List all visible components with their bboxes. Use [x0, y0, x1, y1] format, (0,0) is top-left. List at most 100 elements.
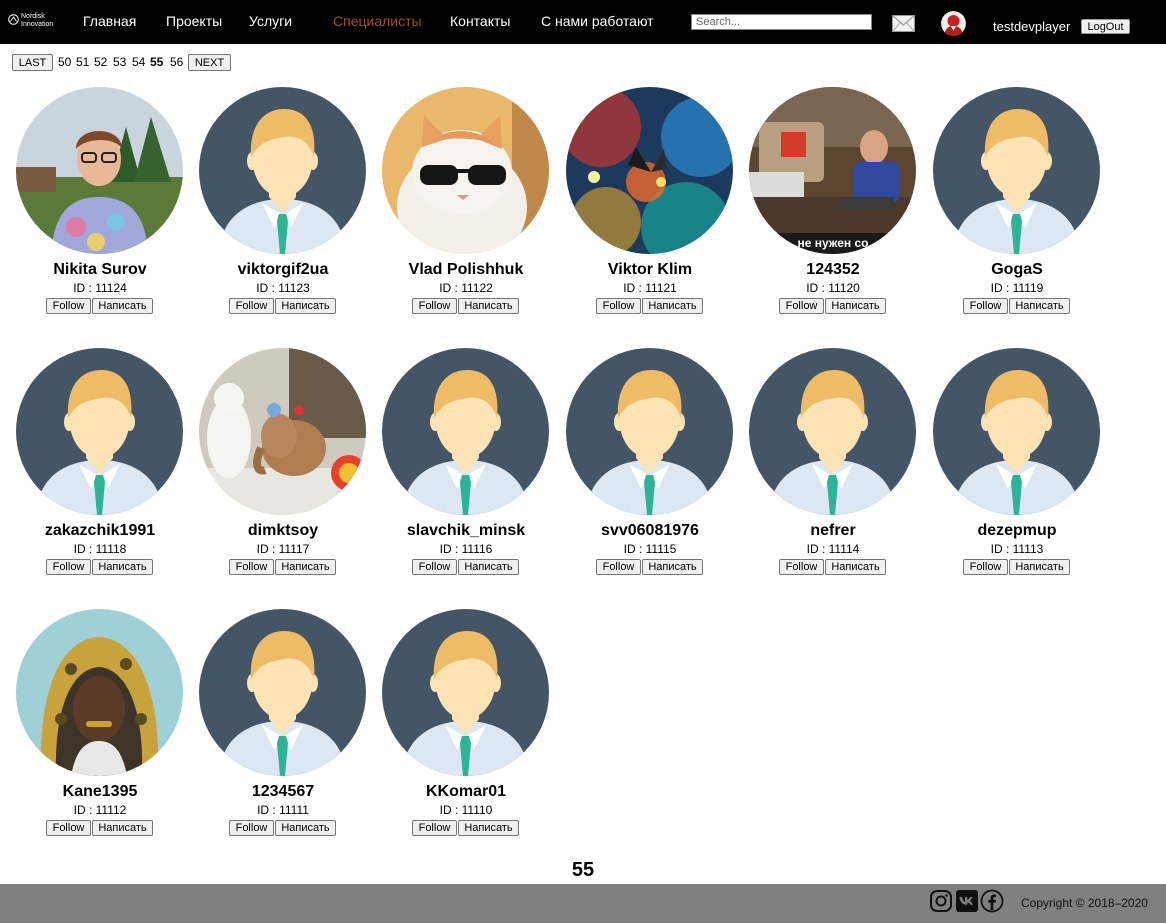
- write-message-button[interactable]: Написать: [275, 820, 336, 836]
- logout-button[interactable]: LogOut: [1081, 19, 1130, 34]
- profile-avatar[interactable]: [16, 87, 183, 254]
- follow-button[interactable]: Follow: [46, 820, 91, 836]
- pager-page-54[interactable]: 54: [132, 55, 145, 70]
- default-avatar-icon: [199, 609, 366, 776]
- write-message-button[interactable]: Написать: [458, 820, 519, 836]
- write-message-button[interactable]: Написать: [275, 559, 336, 575]
- pager-page-52[interactable]: 52: [94, 55, 107, 70]
- site-logo[interactable]: Nordisk Innovation: [8, 11, 60, 33]
- write-message-button[interactable]: Написать: [825, 559, 886, 575]
- specialist-name[interactable]: dimktsoy: [193, 521, 373, 540]
- card-actions: Follow Написать: [963, 298, 1073, 314]
- default-avatar-icon: [382, 609, 549, 776]
- card-actions: Follow Написать: [596, 298, 706, 314]
- write-message-button[interactable]: Написать: [275, 298, 336, 314]
- nav-item-services[interactable]: Услуги: [249, 13, 292, 29]
- specialist-name[interactable]: svv06081976: [560, 521, 740, 540]
- vk-icon[interactable]: [955, 889, 979, 913]
- specialist-id: ID : 11119: [990, 281, 1044, 295]
- specialist-name[interactable]: 124352: [743, 260, 923, 279]
- profile-avatar[interactable]: [199, 609, 366, 776]
- follow-button[interactable]: Follow: [229, 820, 274, 836]
- specialist-id: ID : 11120: [806, 281, 860, 295]
- specialist-name[interactable]: Kane1395: [10, 782, 190, 801]
- profile-avatar[interactable]: [16, 348, 183, 515]
- profile-avatar[interactable]: [566, 87, 733, 254]
- profile-avatar[interactable]: [933, 348, 1100, 515]
- profile-avatar[interactable]: [382, 87, 549, 254]
- pager-next-button[interactable]: NEXT: [188, 54, 231, 71]
- nav-item-contacts[interactable]: Контакты: [450, 13, 510, 29]
- specialist-name[interactable]: GogaS: [927, 260, 1107, 279]
- specialist-name[interactable]: viktorgif2ua: [193, 260, 373, 279]
- follow-button[interactable]: Follow: [963, 559, 1008, 575]
- default-avatar-icon: [16, 348, 183, 515]
- specialist-card: dezepmup ID : 11113 Follow Написать: [927, 348, 1107, 588]
- pager-last-button[interactable]: LAST: [12, 54, 53, 71]
- write-message-button[interactable]: Написать: [458, 559, 519, 575]
- nav-item-projects[interactable]: Проекты: [166, 13, 222, 29]
- specialist-card: Vlad Polishhuk ID : 11122 Follow Написат…: [376, 87, 556, 327]
- write-message-button[interactable]: Написать: [642, 298, 703, 314]
- write-message-button[interactable]: Написать: [92, 559, 153, 575]
- write-message-button[interactable]: Написать: [642, 559, 703, 575]
- specialist-name[interactable]: dezepmup: [927, 521, 1107, 540]
- pager-page-55-current: 55: [150, 55, 164, 69]
- pager-page-50[interactable]: 50: [58, 55, 71, 70]
- follow-button[interactable]: Follow: [596, 559, 641, 575]
- profile-avatar[interactable]: [749, 348, 916, 515]
- specialist-card: slavchik_minsk ID : 11116 Follow Написат…: [376, 348, 556, 588]
- profile-avatar[interactable]: [566, 348, 733, 515]
- nav-item-home[interactable]: Главная: [83, 13, 136, 29]
- specialist-name[interactable]: nefrer: [743, 521, 923, 540]
- specialist-name[interactable]: 1234567: [193, 782, 373, 801]
- follow-button[interactable]: Follow: [779, 559, 824, 575]
- specialist-name[interactable]: KKomar01: [376, 782, 556, 801]
- follow-button[interactable]: Follow: [412, 559, 457, 575]
- write-message-button[interactable]: Написать: [92, 820, 153, 836]
- profile-avatar[interactable]: [199, 348, 366, 515]
- profile-avatar[interactable]: не нужен со: [749, 87, 916, 254]
- follow-button[interactable]: Follow: [596, 298, 641, 314]
- write-message-button[interactable]: Написать: [92, 298, 153, 314]
- follow-button[interactable]: Follow: [412, 820, 457, 836]
- write-message-button[interactable]: Написать: [1009, 298, 1070, 314]
- write-message-button[interactable]: Написать: [458, 298, 519, 314]
- specialist-name[interactable]: Viktor Klim: [560, 260, 740, 279]
- specialist-name[interactable]: Vlad Polishhuk: [376, 260, 556, 279]
- write-message-button[interactable]: Написать: [825, 298, 886, 314]
- follow-button[interactable]: Follow: [963, 298, 1008, 314]
- card-actions: Follow Написать: [46, 298, 156, 314]
- follow-button[interactable]: Follow: [229, 559, 274, 575]
- nav-item-partners[interactable]: С нами работают: [541, 13, 654, 29]
- specialist-card: svv06081976 ID : 11115 Follow Написать: [560, 348, 740, 588]
- specialist-id: ID : 11123: [256, 281, 310, 295]
- specialist-name[interactable]: slavchik_minsk: [376, 521, 556, 540]
- profile-avatar[interactable]: [933, 87, 1100, 254]
- profile-avatar[interactable]: [382, 609, 549, 776]
- nav-item-specialists[interactable]: Специалисты: [333, 13, 422, 29]
- specialist-name[interactable]: Nikita Surov: [10, 260, 190, 279]
- follow-button[interactable]: Follow: [46, 298, 91, 314]
- pager-page-56[interactable]: 56: [170, 55, 183, 70]
- profile-avatar[interactable]: [16, 609, 183, 776]
- pager-page-53[interactable]: 53: [113, 55, 126, 70]
- write-message-button[interactable]: Написать: [1009, 559, 1070, 575]
- follow-button[interactable]: Follow: [229, 298, 274, 314]
- follow-button[interactable]: Follow: [779, 298, 824, 314]
- profile-avatar[interactable]: [382, 348, 549, 515]
- instagram-icon[interactable]: [929, 889, 953, 913]
- pager-page-51[interactable]: 51: [76, 55, 89, 70]
- card-actions: Follow Написать: [412, 298, 522, 314]
- facebook-icon[interactable]: [980, 889, 1004, 913]
- envelope-icon[interactable]: [892, 15, 915, 32]
- user-avatar-icon[interactable]: [941, 11, 966, 36]
- username-label[interactable]: testdevplayer: [993, 19, 1070, 34]
- profile-avatar[interactable]: [199, 87, 366, 254]
- specialist-name[interactable]: zakazchik1991: [10, 521, 190, 540]
- follow-button[interactable]: Follow: [412, 298, 457, 314]
- specialist-card: Kane1395 ID : 11112 Follow Написать: [10, 609, 190, 849]
- top-navigation-bar: Nordisk Innovation Главная Проекты Услуг…: [0, 0, 1166, 44]
- follow-button[interactable]: Follow: [46, 559, 91, 575]
- search-input[interactable]: [691, 14, 872, 30]
